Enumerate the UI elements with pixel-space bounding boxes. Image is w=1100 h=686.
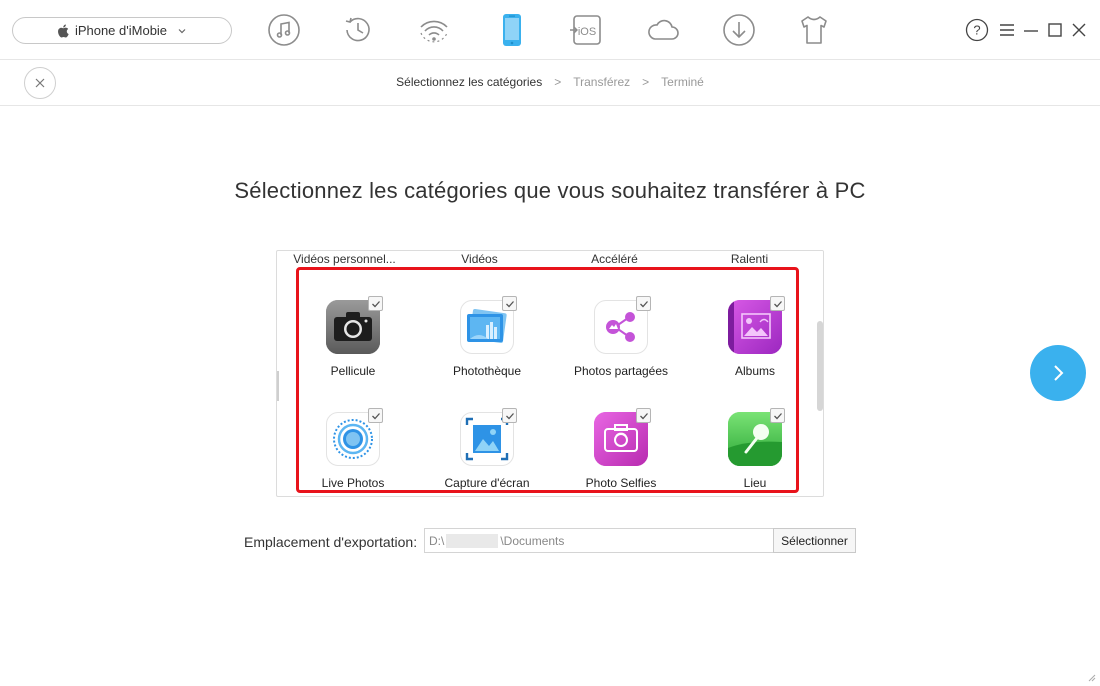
- history-clock-icon[interactable]: [340, 12, 376, 48]
- resize-grip-icon[interactable]: [1086, 672, 1096, 682]
- device-name: iPhone d'iMobie: [74, 23, 168, 38]
- next-button[interactable]: [1030, 345, 1086, 401]
- scroll-left-handle[interactable]: [277, 371, 279, 401]
- ios-mover-icon[interactable]: iOS: [568, 12, 604, 48]
- category-label: Albums: [734, 364, 775, 378]
- export-location-label: Emplacement d'exportation:: [244, 534, 418, 550]
- category-live-photos[interactable]: Live Photos: [286, 408, 420, 503]
- step-transfer: Transférez: [573, 75, 631, 89]
- phone-manager-icon[interactable]: [494, 12, 530, 48]
- checkbox-checked[interactable]: [770, 408, 785, 423]
- step-separator: >: [642, 75, 650, 89]
- export-path-prefix: D:\: [429, 533, 445, 548]
- music-note-icon[interactable]: [266, 12, 302, 48]
- apple-icon: [57, 24, 69, 37]
- category-albums[interactable]: Albums: [688, 296, 822, 391]
- category-label: Pellicule: [330, 364, 376, 378]
- step-separator: >: [554, 75, 562, 89]
- category-label: Photo Selfies: [585, 476, 657, 490]
- chevron-down-icon: [178, 28, 186, 33]
- category-grid: Pellicule Photothèque Photos partagées A…: [286, 296, 818, 496]
- icloud-icon[interactable]: [645, 12, 681, 48]
- redacted-username: [446, 533, 499, 548]
- category-capture-ecran[interactable]: Capture d'écran: [420, 408, 554, 503]
- breadcrumb: Sélectionnez les catégories > Transférez…: [0, 75, 1100, 89]
- chevron-right-icon: [1054, 365, 1064, 381]
- export-path-field[interactable]: D:\ \Documents: [424, 528, 774, 553]
- category-label: Capture d'écran: [444, 476, 530, 490]
- checkbox-checked[interactable]: [770, 296, 785, 311]
- checkbox-checked[interactable]: [368, 408, 383, 423]
- step-done: Terminé: [661, 75, 704, 89]
- step-select-categories: Sélectionnez les catégories: [396, 75, 543, 89]
- svg-text:iOS: iOS: [578, 26, 596, 38]
- select-folder-button[interactable]: Sélectionner: [773, 528, 856, 553]
- category-phototheque[interactable]: Photothèque: [420, 296, 554, 391]
- step-bar: Sélectionnez les catégories > Transférez…: [0, 60, 1100, 106]
- category-label: Photos partagées: [573, 364, 669, 378]
- top-toolbar: iPhone d'iMobie iOS ?: [0, 0, 1100, 60]
- category-label[interactable]: Accéléré: [547, 251, 682, 269]
- category-label[interactable]: Ralenti: [682, 251, 817, 269]
- category-pellicule[interactable]: Pellicule: [286, 296, 420, 391]
- category-lieu[interactable]: Lieu: [688, 408, 822, 503]
- category-label: Live Photos: [321, 476, 385, 490]
- category-top-row: Vidéos personnel... Vidéos Accéléré Rale…: [277, 251, 817, 269]
- category-label[interactable]: Vidéos personnel...: [277, 251, 412, 269]
- export-path-suffix: \Documents: [500, 533, 565, 548]
- device-selector[interactable]: iPhone d'iMobie: [12, 17, 232, 44]
- category-photos-partagees[interactable]: Photos partagées: [554, 296, 688, 391]
- close-icon[interactable]: [1067, 18, 1091, 42]
- checkbox-checked[interactable]: [502, 408, 517, 423]
- menu-icon[interactable]: [995, 18, 1019, 42]
- category-label: Photothèque: [452, 364, 522, 378]
- category-photo-selfies[interactable]: Photo Selfies: [554, 408, 688, 503]
- checkbox-checked[interactable]: [636, 408, 651, 423]
- wifi-sync-icon[interactable]: [416, 12, 452, 48]
- maximize-icon[interactable]: [1043, 18, 1067, 42]
- page-title: Sélectionnez les catégories que vous sou…: [234, 178, 866, 203]
- download-icon[interactable]: [721, 12, 757, 48]
- checkbox-checked[interactable]: [368, 296, 383, 311]
- checkbox-checked[interactable]: [636, 296, 651, 311]
- checkbox-checked[interactable]: [502, 296, 517, 311]
- svg-text:?: ?: [973, 23, 980, 38]
- category-label: Lieu: [743, 476, 767, 490]
- minimize-icon[interactable]: [1019, 18, 1043, 42]
- help-icon[interactable]: ?: [965, 18, 989, 42]
- tshirt-icon[interactable]: [796, 12, 832, 48]
- category-label[interactable]: Vidéos: [412, 251, 547, 269]
